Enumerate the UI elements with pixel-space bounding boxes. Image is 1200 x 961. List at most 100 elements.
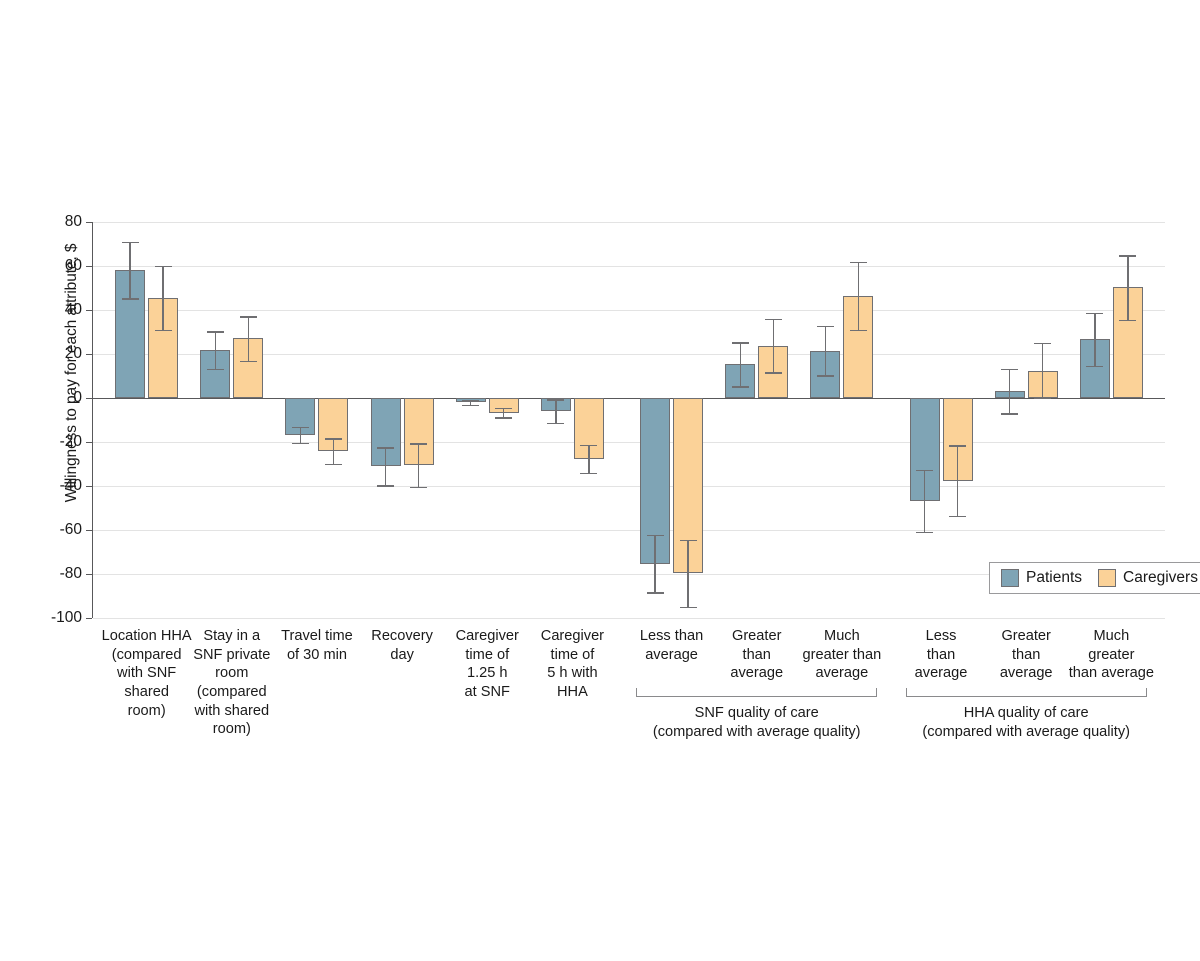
error-bar-cap-upper (291, 426, 309, 428)
error-bar-cap-lower (1001, 413, 1019, 415)
error-bar-cap-lower (646, 592, 664, 594)
error-bar-line (857, 261, 860, 330)
y-axis-tick (86, 266, 92, 267)
error-bar-cap-lower (764, 372, 782, 374)
error-bar-cap-upper (731, 342, 749, 344)
y-axis-tick-label: -80 (59, 565, 82, 582)
gridline (93, 266, 1165, 267)
error-bar-cap-lower (849, 329, 867, 331)
y-axis-tick-label: 80 (64, 213, 82, 230)
error-bar-line (588, 444, 590, 473)
error-bar-cap-upper (916, 469, 934, 471)
error-bar-line (555, 399, 557, 424)
error-bar-cap-lower (1086, 366, 1104, 368)
y-axis-spine (92, 222, 93, 618)
error-bar-cap-lower (580, 472, 598, 475)
error-bar-cap-upper (462, 399, 480, 402)
error-bar-line (956, 445, 959, 516)
gridline (93, 310, 1165, 311)
error-bar-line (1041, 342, 1044, 398)
y-axis-tick-label: 20 (64, 345, 82, 362)
error-bar-cap-lower (731, 386, 749, 388)
x-axis-tick-label: Much greater than average (802, 628, 882, 682)
x-axis-tick-label: Much greater than average (1068, 628, 1154, 682)
error-bar-line (687, 539, 689, 607)
error-bar-cap-upper (121, 241, 139, 244)
error-bar-cap-lower (495, 417, 513, 419)
y-axis-tick-label: -40 (59, 477, 82, 494)
gridline (93, 530, 1165, 531)
error-bar-line (772, 318, 774, 373)
error-bar-cap-upper (580, 444, 598, 447)
y-axis-tick (86, 398, 92, 399)
legend-swatch-patients (1001, 569, 1019, 587)
x-axis-tick-label: Caregiver time of 5 h with HHA (540, 628, 605, 701)
error-bar-cap-upper (239, 316, 257, 318)
y-axis-tick-label: 60 (64, 257, 82, 274)
error-bar-cap-lower (154, 329, 172, 331)
error-bar-cap-lower (1034, 398, 1052, 400)
error-bar-cap-upper (1034, 342, 1052, 345)
gridline (93, 618, 1165, 619)
group-bracket-label: SNF quality of care (compared with averag… (652, 705, 861, 740)
error-bar-cap-lower (816, 375, 834, 377)
error-bar-cap-lower (916, 531, 934, 534)
error-bar-cap-upper (495, 407, 513, 410)
error-bar-line (384, 447, 387, 486)
error-bar-line (332, 438, 335, 464)
error-bar-cap-lower (121, 298, 139, 300)
gridline (93, 222, 1165, 223)
error-bar-line (162, 266, 164, 330)
group-bracket (636, 688, 878, 697)
error-bar-cap-lower (1119, 319, 1137, 322)
error-bar-cap-upper (547, 399, 565, 401)
error-bar-line (247, 316, 249, 361)
error-bar-cap-lower (462, 405, 480, 407)
group-bracket (905, 688, 1147, 697)
chart-figure: Willingness to pay for each attribute, $… (0, 0, 1200, 961)
error-bar-cap-upper (1001, 368, 1019, 371)
error-bar-line (739, 342, 741, 387)
error-bar-cap-upper (816, 325, 834, 327)
legend-item-caregivers: Caregivers (1098, 569, 1198, 587)
legend-label-patients: Patients (1026, 569, 1083, 586)
error-bar-cap-lower (547, 423, 565, 425)
error-bar-cap-upper (679, 539, 697, 542)
error-bar-cap-upper (764, 318, 782, 321)
error-bar-cap-lower (679, 607, 697, 609)
error-bar-line (1094, 312, 1096, 367)
error-bar-line (923, 469, 926, 532)
error-bar-cap-upper (410, 443, 428, 445)
error-bar-cap-lower (377, 485, 395, 487)
error-bar-cap-upper (324, 438, 342, 440)
y-axis-tick (86, 530, 92, 531)
error-bar-cap-lower (949, 515, 967, 518)
error-bar-cap-upper (1086, 312, 1104, 315)
error-bar-cap-lower (206, 368, 224, 371)
chart-legend: Patients Caregivers (989, 562, 1200, 594)
legend-swatch-caregivers (1098, 569, 1117, 587)
group-bracket-label: HHA quality of care (compared with averag… (922, 705, 1130, 740)
y-axis-tick (86, 442, 92, 443)
error-bar-cap-upper (154, 266, 172, 268)
error-bar-cap-upper (1119, 255, 1137, 257)
error-bar-cap-lower (239, 360, 257, 362)
error-bar-line (1008, 368, 1011, 414)
error-bar-cap-upper (646, 534, 664, 537)
error-bar-cap-upper (206, 331, 224, 333)
y-axis-tick-label: 40 (64, 301, 82, 318)
y-axis-title: Willingness to pay for each attribute, $ (63, 243, 80, 503)
y-axis-tick (86, 574, 92, 575)
error-bar-cap-upper (949, 445, 967, 447)
legend-label-caregivers: Caregivers (1123, 569, 1198, 586)
error-bar-cap-lower (324, 463, 342, 466)
y-axis-tick-label: -20 (59, 433, 82, 450)
y-axis-tick-label: 0 (73, 389, 82, 406)
y-axis-tick (86, 222, 92, 223)
error-bar-line (824, 325, 827, 376)
y-axis-tick (86, 618, 92, 619)
error-bar-cap-upper (849, 261, 867, 264)
y-axis-tick-label: -100 (50, 609, 82, 626)
error-bar-line (1127, 255, 1129, 320)
legend-item-patients: Patients (1001, 569, 1082, 587)
